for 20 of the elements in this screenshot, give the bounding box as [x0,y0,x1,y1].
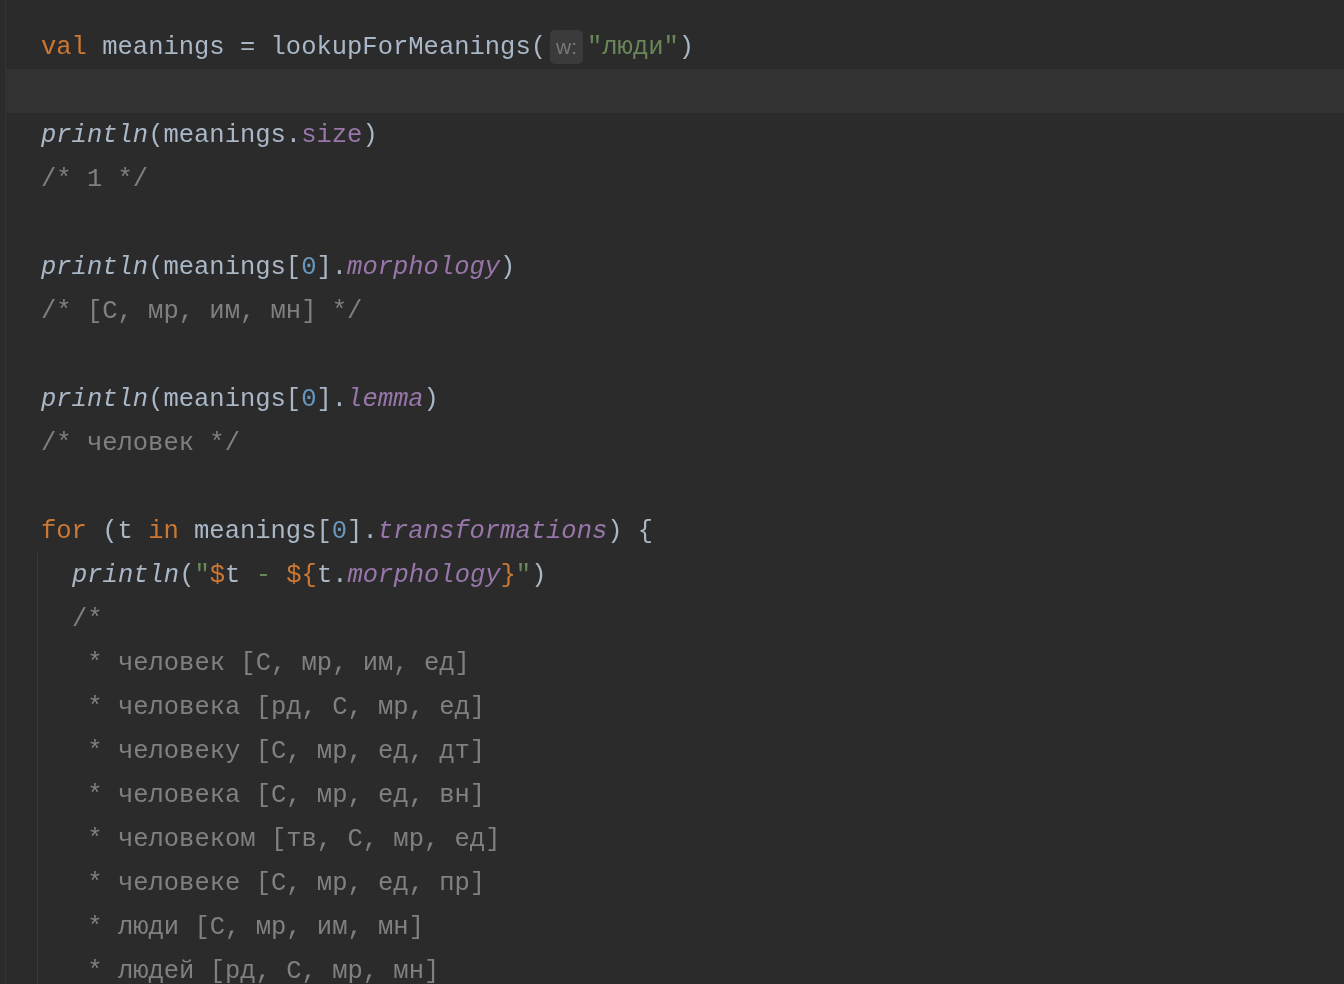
code-line: * человека [рд, С, мр, ед] [86,692,486,722]
code-line: /* 1 */ [41,164,149,194]
code-line: * люди [С, мр, им, мн] [86,912,424,942]
code-line: * человека [С, мр, ед, вн] [86,780,486,810]
code-line: /* [С, мр, им, мн] */ [41,296,363,326]
code-line: println(meanings[0].lemma) [41,384,439,414]
code-line: println(meanings[0].morphology) [41,252,516,282]
code-line: * человеке [С, мр, ед, пр] [86,868,486,898]
code-line: /* человек */ [41,428,240,458]
code-line: * людей [рд, С, мр, мн] [86,956,440,984]
code-line: * человеком [тв, С, мр, ед] [86,824,501,854]
code-line: /* [72,604,103,634]
code-line: "люди") [587,32,695,62]
code-line: * человек [С, мр, им, ед] [86,648,470,678]
code-line: println("$t - ${t.morphology}") [72,560,547,590]
code-line: println(meanings.size) [41,120,378,150]
code-line: for (t in meanings[0].transformations) { [41,516,654,546]
code-line: * человеку [С, мр, ед, дт] [86,736,486,766]
parameter-hint: w: [550,30,583,64]
code-line: val meanings = lookupForMeanings( [41,32,546,62]
